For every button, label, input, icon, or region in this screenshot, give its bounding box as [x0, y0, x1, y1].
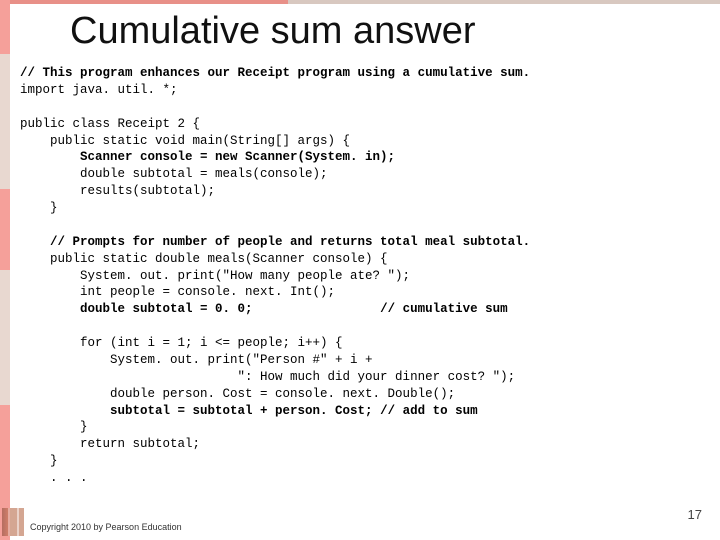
left-accent-stripe	[0, 0, 10, 540]
code-add-comment: // add to sum	[373, 404, 478, 418]
code-meals-sig: public static double meals(Scanner conso…	[20, 252, 388, 266]
code-for: for (int i = 1; i <= people; i++) {	[20, 336, 343, 350]
code-subtotal-call: double subtotal = meals(console);	[20, 167, 328, 181]
code-brace2: }	[20, 420, 88, 434]
code-person-prompt2: ": How much did your dinner cost? ");	[20, 370, 515, 384]
code-add: subtotal = subtotal + person. Cost;	[20, 404, 373, 418]
code-return: return subtotal;	[20, 437, 200, 451]
code-cumulative-comment: // cumulative sum	[253, 302, 508, 316]
code-brace3: }	[20, 454, 58, 468]
code-scanner: Scanner console = new Scanner(System. in…	[20, 150, 395, 164]
copyright-text: Copyright 2010 by Pearson Education	[30, 522, 182, 532]
code-personcost: double person. Cost = console. next. Dou…	[20, 387, 455, 401]
code-comment-header: // This program enhances our Receipt pro…	[20, 66, 530, 80]
code-block: // This program enhances our Receipt pro…	[20, 65, 710, 487]
code-subtotal-init: double subtotal = 0. 0;	[20, 302, 253, 316]
book-thumbnail	[2, 508, 24, 536]
code-prompt: System. out. print("How many people ate?…	[20, 269, 410, 283]
slide-title: Cumulative sum answer	[70, 10, 710, 53]
top-accent-stripe	[0, 0, 720, 4]
code-meals-comment: // Prompts for number of people and retu…	[20, 235, 530, 249]
code-people: int people = console. next. Int();	[20, 285, 335, 299]
code-person-prompt: System. out. print("Person #" + i +	[20, 353, 373, 367]
code-import: import java. util. *;	[20, 83, 178, 97]
code-results-call: results(subtotal);	[20, 184, 215, 198]
code-ellipsis: . . .	[20, 471, 88, 485]
slide-content: Cumulative sum answer // This program en…	[20, 10, 710, 487]
page-number: 17	[688, 507, 702, 522]
code-brace: }	[20, 201, 58, 215]
code-class: public class Receipt 2 {	[20, 117, 200, 131]
code-main: public static void main(String[] args) {	[20, 134, 350, 148]
